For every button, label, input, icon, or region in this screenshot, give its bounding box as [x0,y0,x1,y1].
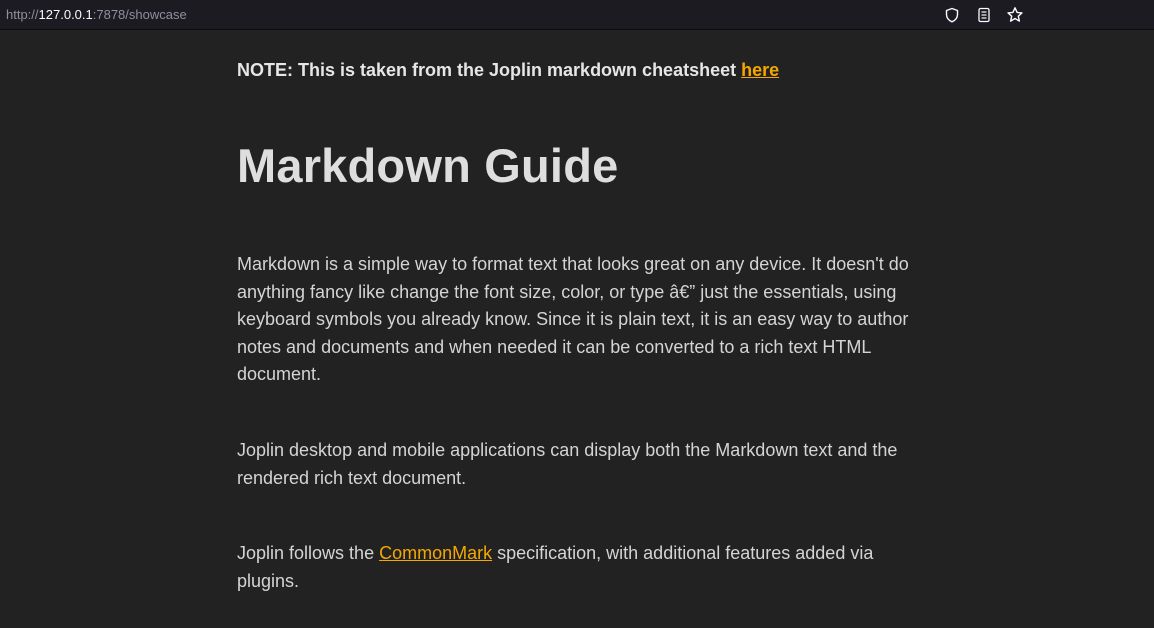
cheatsheet-link[interactable]: here [741,60,779,80]
shield-icon[interactable] [942,5,962,25]
bookmark-star-icon[interactable] [1005,5,1025,25]
reader-view-icon[interactable] [974,5,994,25]
url-path: :7878/showcase [92,7,187,22]
para3-text-before: Joplin follows the [237,543,380,563]
browser-address-bar[interactable]: http://127.0.0.1:7878/showcase [0,0,1154,30]
note-line: NOTE: This is taken from the Joplin mark… [237,60,779,81]
note-text: NOTE: This is taken from the Joplin mark… [237,60,742,80]
url-prefix: http:// [6,7,39,22]
url-host: 127.0.0.1 [38,7,93,22]
url-text[interactable]: http://127.0.0.1:7878/showcase [6,7,187,22]
joplin-apps-paragraph: Joplin desktop and mobile applications c… [237,440,898,488]
intro-paragraph: Markdown is a simple way to format text … [237,254,909,384]
commonmark-paragraph: Joplin follows the CommonMark specificat… [237,540,937,595]
commonmark-link[interactable]: CommonMark [379,543,492,563]
page-title: Markdown Guide [237,139,619,192]
